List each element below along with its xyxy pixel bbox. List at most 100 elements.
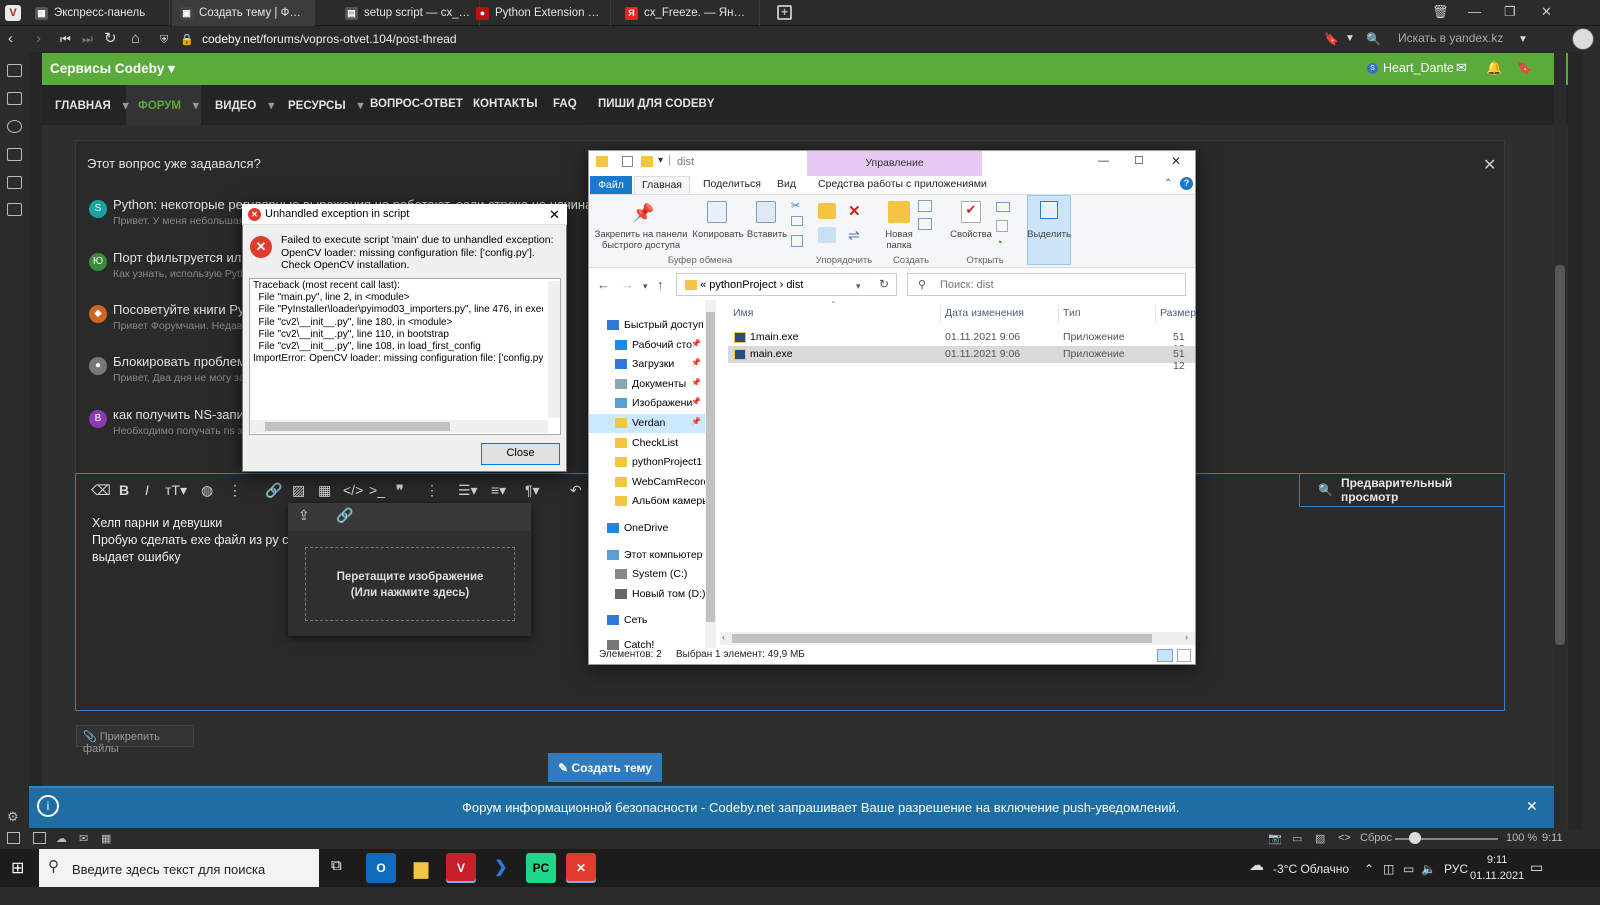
reload-icon[interactable]: ↻ bbox=[104, 30, 117, 48]
back-icon[interactable]: ‹ bbox=[8, 30, 13, 48]
close-push-icon[interactable]: ✕ bbox=[1526, 798, 1538, 815]
services-menu-button[interactable]: Сервисы Codeby ▾ bbox=[50, 61, 175, 77]
add-panel-icon[interactable] bbox=[7, 203, 22, 216]
details-view-icon[interactable] bbox=[1157, 649, 1173, 662]
search-dropdown-icon[interactable]: ▼ bbox=[1518, 31, 1528, 49]
cut-icon[interactable]: ✂ bbox=[791, 199, 800, 214]
qat-dropdown-icon[interactable]: ▾ bbox=[658, 155, 663, 166]
search-input[interactable]: Искать в yandex.kz bbox=[1398, 31, 1576, 49]
home-icon[interactable]: ⌂ bbox=[131, 30, 140, 48]
lock-icon[interactable]: 🔒 bbox=[180, 31, 194, 49]
url-field[interactable]: codeby.net/forums/vopros-otvet.104/post-… bbox=[202, 32, 457, 46]
nav-tree-item[interactable]: Этот компьютер bbox=[589, 546, 705, 565]
nav-tree-item[interactable]: Verdan 📌 bbox=[589, 414, 705, 433]
path-segment[interactable]: dist bbox=[786, 279, 803, 291]
help-icon[interactable]: ? bbox=[1180, 177, 1193, 190]
edit-icon[interactable] bbox=[996, 220, 1008, 232]
weather-text[interactable]: -3°C Облачно bbox=[1273, 862, 1349, 876]
ribbon-tab-file[interactable]: Файл bbox=[590, 176, 632, 194]
explorer-maximize[interactable]: ☐ bbox=[1134, 154, 1144, 167]
files-hscroll-thumb[interactable] bbox=[732, 634, 1152, 643]
new-folder-quick-icon[interactable] bbox=[641, 156, 653, 167]
align-icon[interactable]: ≡▾ bbox=[491, 482, 506, 499]
paste-shortcut-icon[interactable] bbox=[791, 235, 803, 247]
copy-button[interactable]: Копировать bbox=[690, 229, 746, 240]
quote-icon[interactable]: ❞ bbox=[396, 482, 404, 499]
nav-item[interactable]: КОНТАКТЫ bbox=[473, 98, 537, 110]
new-item-icon[interactable] bbox=[918, 200, 932, 212]
refresh-icon[interactable]: ↻ bbox=[879, 277, 889, 291]
terminal-icon[interactable]: >_ bbox=[369, 482, 385, 498]
page-tiling-icon[interactable]: ▭ bbox=[1292, 832, 1302, 845]
browser-tab[interactable]: ▣ Создать тему | Форум инф bbox=[172, 0, 315, 26]
ribbon-tab-share[interactable]: Поделиться bbox=[703, 178, 761, 190]
profile-avatar[interactable] bbox=[1572, 28, 1594, 50]
italic-icon[interactable]: I bbox=[145, 482, 149, 498]
table-icon[interactable]: ▦ bbox=[318, 482, 331, 499]
bookmark-icon[interactable]: 🔖 bbox=[1324, 30, 1339, 48]
scroll-right-icon[interactable]: › bbox=[1185, 632, 1188, 642]
bell-icon[interactable]: 🔔 bbox=[1486, 60, 1502, 76]
shield-icon[interactable]: ⛨ bbox=[160, 31, 168, 49]
nav-tree-item[interactable]: System (C:) bbox=[589, 565, 705, 584]
browser-tab[interactable]: ● Python Extension Packages bbox=[468, 0, 611, 26]
page-scrollbar-thumb[interactable] bbox=[1555, 265, 1565, 645]
vivaldi-logo-icon[interactable]: V bbox=[5, 5, 21, 21]
close-button[interactable]: Close bbox=[481, 443, 560, 465]
file-row[interactable]: 1main.exe01.11.2021 9:06Приложение51 12 bbox=[728, 329, 1195, 355]
bookmarks-panel-icon[interactable] bbox=[7, 64, 22, 77]
calendar-icon[interactable]: ▦ bbox=[101, 832, 111, 845]
nav-item[interactable]: ПИШИ ДЛЯ CODEBY bbox=[598, 98, 714, 110]
ribbon-tab-home[interactable]: Главная bbox=[634, 176, 690, 194]
upload-link-icon[interactable]: 🔗 bbox=[336, 507, 353, 524]
properties-button[interactable]: Свойства bbox=[948, 229, 994, 240]
nav-item[interactable]: ГЛАВНАЯ ▾ bbox=[55, 98, 129, 112]
taskbar-clock[interactable]: 9:11 01.11.2021 bbox=[1470, 852, 1524, 884]
move-to-icon[interactable] bbox=[818, 203, 836, 219]
cloud-sync-icon[interactable]: ☁ bbox=[56, 832, 67, 845]
link-icon[interactable]: 🔗 bbox=[265, 482, 282, 499]
fast-forward-icon[interactable]: ⏭ bbox=[82, 30, 93, 48]
close-similar-icon[interactable]: ✕ bbox=[1483, 155, 1496, 175]
scroll-left-icon[interactable]: ‹ bbox=[722, 632, 725, 642]
column-divider[interactable] bbox=[940, 305, 941, 323]
meet-now-icon[interactable]: ◫ bbox=[1383, 862, 1394, 876]
copy-to-icon[interactable] bbox=[818, 227, 836, 243]
explorer-minimize[interactable]: — bbox=[1098, 155, 1109, 167]
browser-tab[interactable]: ▤ setup script — cx_Freeze 6. bbox=[337, 0, 480, 26]
column-name[interactable]: Имя bbox=[733, 307, 753, 319]
column-divider[interactable] bbox=[1155, 305, 1156, 323]
nav-tree-item[interactable]: Рабочий сто 📌 bbox=[589, 336, 705, 355]
image-icon[interactable]: ▨ bbox=[292, 482, 305, 499]
minimize-button[interactable]: — bbox=[1468, 4, 1481, 19]
nav-tree-item[interactable]: Документы 📌 bbox=[589, 375, 705, 394]
question-title[interactable]: Блокировать проблему bbox=[113, 354, 253, 369]
select-button[interactable]: Выделить bbox=[1027, 229, 1071, 240]
new-tab-button[interactable]: + bbox=[777, 5, 792, 20]
outlook-app-icon[interactable]: O bbox=[366, 853, 396, 883]
undo-icon[interactable]: ↶ bbox=[570, 482, 582, 499]
file-row[interactable]: main.exe 01.11.2021 9:06 Приложение 51 12 bbox=[728, 346, 1195, 372]
terminal-app-icon[interactable]: ❯ bbox=[486, 853, 516, 883]
address-dropdown-icon[interactable]: ▾ bbox=[856, 281, 861, 292]
text-size-icon[interactable]: ᴛT▾ bbox=[165, 482, 187, 499]
nav-tree-item[interactable]: Сеть bbox=[589, 611, 705, 630]
pycharm-app-icon[interactable]: PC bbox=[526, 853, 556, 883]
nav-tree-item[interactable]: OneDrive bbox=[589, 519, 705, 538]
column-divider[interactable] bbox=[1058, 305, 1059, 323]
explorer-search-input[interactable]: Поиск: dist bbox=[907, 273, 1186, 296]
file-explorer-app-icon[interactable]: ▆ bbox=[406, 853, 436, 883]
tray-overflow-icon[interactable]: ⌃ bbox=[1364, 862, 1374, 876]
dialog-close-icon[interactable]: ✕ bbox=[549, 207, 560, 223]
ribbon-collapse-icon[interactable]: ⌃ bbox=[1164, 178, 1172, 189]
more-insert-icon[interactable]: ⋮ bbox=[425, 482, 439, 499]
create-thread-button[interactable]: ✎ Создать тему bbox=[548, 753, 662, 782]
copy-path-icon[interactable] bbox=[791, 216, 803, 226]
explorer-forward-icon[interactable]: → bbox=[621, 277, 634, 292]
question-title[interactable]: Порт фильтруется или bbox=[113, 250, 249, 265]
trash-icon[interactable]: 🗑 bbox=[1432, 4, 1449, 20]
nav-item[interactable]: РЕСУРСЫ ▾ bbox=[288, 98, 363, 112]
nav-dropdown-icon[interactable]: ▾ bbox=[123, 100, 129, 112]
navigation-scrollbar-thumb[interactable] bbox=[706, 312, 715, 622]
path-segment[interactable]: pythonProject bbox=[709, 279, 776, 291]
